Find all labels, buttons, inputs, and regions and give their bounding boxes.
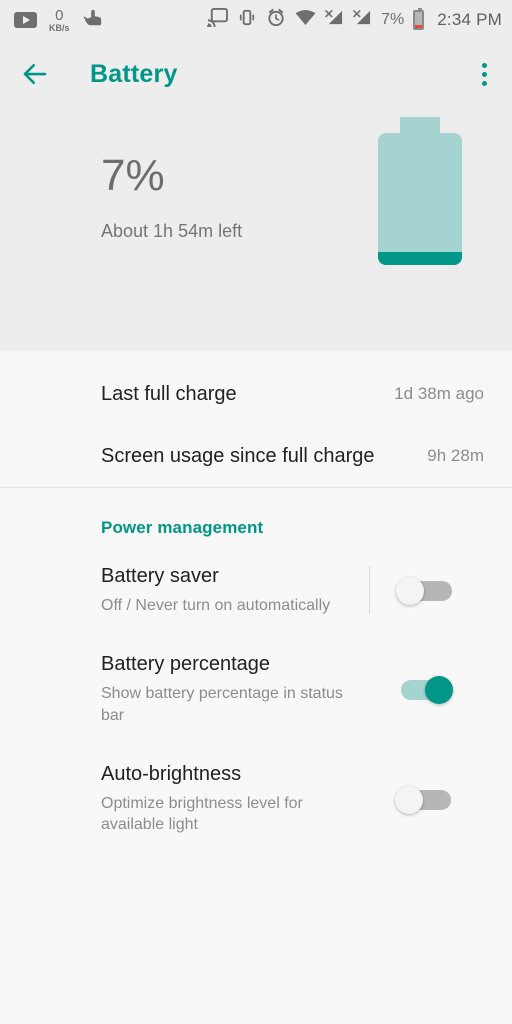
toggle-thumb	[396, 577, 424, 606]
network-speed-unit: KB/s	[49, 22, 70, 33]
back-arrow-icon[interactable]	[20, 59, 50, 89]
network-speed-indicator: 0 KB/s	[49, 8, 70, 33]
screen-usage-label: Screen usage since full charge	[101, 444, 375, 467]
auto-brightness-text: Auto-brightness Optimize brightness leve…	[101, 762, 369, 836]
battery-saver-title: Battery saver	[101, 565, 219, 587]
battery-saver-text: Battery saver Off / Never turn on automa…	[101, 564, 369, 616]
last-full-charge-value: 1d 38m ago	[394, 384, 484, 403]
toggle-thumb	[425, 676, 453, 705]
signal-no-sim-2-icon	[353, 9, 372, 31]
power-management-section: Power management Battery saver Off / Nev…	[0, 488, 512, 853]
more-options-icon[interactable]	[470, 59, 498, 89]
status-bar-battery-icon	[413, 8, 425, 30]
battery-saver-toggle[interactable]	[396, 573, 458, 607]
status-bar-left-icons: 0 KB/s	[14, 8, 104, 33]
preference-battery-percentage[interactable]: Battery percentage Show battery percenta…	[0, 634, 512, 744]
battery-level-graphic	[378, 117, 462, 265]
status-bar: 0 KB/s 7% 2:34 PM	[0, 0, 512, 40]
battery-graphic-terminal	[400, 117, 440, 133]
status-bar-clock: 2:34 PM	[437, 10, 502, 29]
status-bar-right-icons: 7% 2:34 PM	[207, 8, 502, 32]
preference-auto-brightness[interactable]: Auto-brightness Optimize brightness leve…	[0, 744, 512, 854]
screen-usage-value: 9h 28m	[427, 446, 484, 465]
last-full-charge-label: Last full charge	[101, 382, 237, 405]
list-item[interactable]: Screen usage since full charge 9h 28m	[0, 425, 512, 487]
battery-percentage-text: Battery percentage Show battery percenta…	[101, 652, 369, 726]
preference-battery-saver[interactable]: Battery saver Off / Never turn on automa…	[0, 546, 512, 634]
page-title: Battery	[90, 59, 178, 88]
auto-brightness-title: Auto-brightness	[101, 762, 242, 785]
battery-summary-header: 7% About 1h 54m left	[0, 108, 512, 351]
battery-graphic-body	[378, 133, 462, 265]
battery-percentage-title: Battery percentage	[101, 653, 270, 676]
battery-saver-summary: Off / Never turn on automatically	[101, 597, 331, 614]
battery-percentage-summary: Show battery percentage in status bar	[101, 685, 343, 724]
app-bar: Battery	[0, 40, 512, 108]
signal-no-sim-1-icon	[325, 9, 344, 31]
auto-brightness-summary: Optimize brightness level for available …	[101, 794, 303, 834]
auto-brightness-toggle[interactable]	[395, 782, 457, 816]
cast-icon	[207, 8, 229, 32]
touch-gesture-icon	[82, 8, 104, 33]
wifi-icon	[295, 9, 316, 31]
list-item[interactable]: Last full charge 1d 38m ago	[0, 363, 512, 425]
battery-percentage-toggle[interactable]	[395, 672, 457, 706]
status-bar-battery-percent: 7%	[381, 11, 405, 28]
alarm-icon	[266, 8, 286, 32]
battery-graphic-fill	[378, 252, 462, 265]
battery-info-list: Last full charge 1d 38m ago Screen usage…	[0, 351, 512, 487]
toggle-thumb	[395, 785, 423, 814]
network-speed-value: 0	[55, 6, 64, 24]
power-management-header: Power management	[101, 518, 264, 537]
youtube-icon	[14, 12, 37, 28]
vibrate-icon	[237, 8, 257, 32]
preference-divider	[369, 566, 370, 615]
